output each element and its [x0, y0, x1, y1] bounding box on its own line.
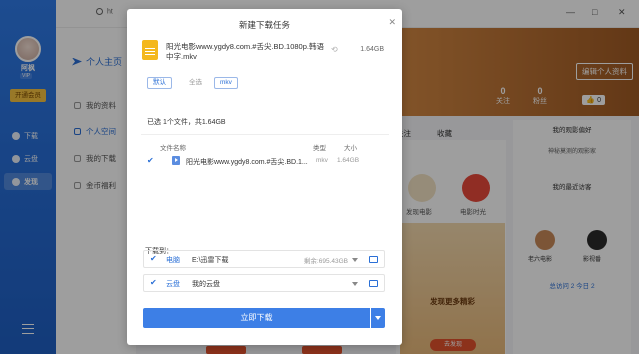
- video-file-icon: [172, 156, 180, 165]
- target-computer[interactable]: ✔ 电脑 E:\迅雷下载 剩余:695.43GB: [143, 250, 385, 268]
- folder-icon[interactable]: [369, 280, 378, 287]
- divider: [141, 134, 389, 135]
- file-row-type: mkv: [316, 157, 328, 164]
- folder-icon[interactable]: [369, 256, 378, 263]
- dialog-title: 新建下载任务: [238, 20, 290, 30]
- selection-info: 已选 1个文件，共1.64GB: [147, 119, 226, 126]
- chevron-down-icon[interactable]: [352, 282, 358, 286]
- dialog-close-icon[interactable]: ✕: [388, 17, 396, 28]
- target-path[interactable]: 我的云盘: [192, 279, 220, 289]
- filter-all-button[interactable]: 全选: [183, 77, 208, 89]
- file-checkbox[interactable]: ✔: [147, 156, 154, 165]
- free-space: 剩余:695.43GB: [303, 258, 348, 265]
- target-cloud[interactable]: ✔ 云盘 我的云盘: [143, 274, 385, 292]
- file-row-name: 阳光电影www.ygdy8.com.#舌尖.BD.1...: [186, 159, 308, 166]
- new-download-dialog: 新建下载任务 ✕ 阳光电影www.ygdy8.com.#舌尖.BD.1080p.…: [127, 9, 402, 345]
- col-filename: 文件名称: [160, 145, 186, 152]
- chevron-down-icon[interactable]: [352, 258, 358, 262]
- share-icon[interactable]: ⟲: [331, 45, 338, 54]
- download-options-chevron-icon[interactable]: [371, 308, 385, 328]
- target-checkbox[interactable]: ✔: [150, 254, 157, 263]
- target-label: 电脑: [166, 257, 180, 264]
- target-checkbox[interactable]: ✔: [150, 278, 157, 287]
- file-size: 1.64GB: [360, 46, 384, 53]
- download-now-button[interactable]: 立即下载: [143, 308, 370, 328]
- target-label: 云盘: [166, 281, 180, 288]
- filter-mkv-button[interactable]: mkv: [214, 77, 238, 89]
- filter-default-button[interactable]: 默认: [147, 77, 172, 89]
- col-type: 类型: [313, 145, 326, 152]
- folder-file-icon: [142, 40, 158, 60]
- file-row-size: 1.64GB: [337, 157, 360, 164]
- file-name: 阳光电影www.ygdy8.com.#舌尖.BD.1080p.韩语中字.mkv: [166, 42, 324, 61]
- col-size: 大小: [344, 145, 357, 152]
- target-path[interactable]: E:\迅雷下载: [192, 255, 229, 265]
